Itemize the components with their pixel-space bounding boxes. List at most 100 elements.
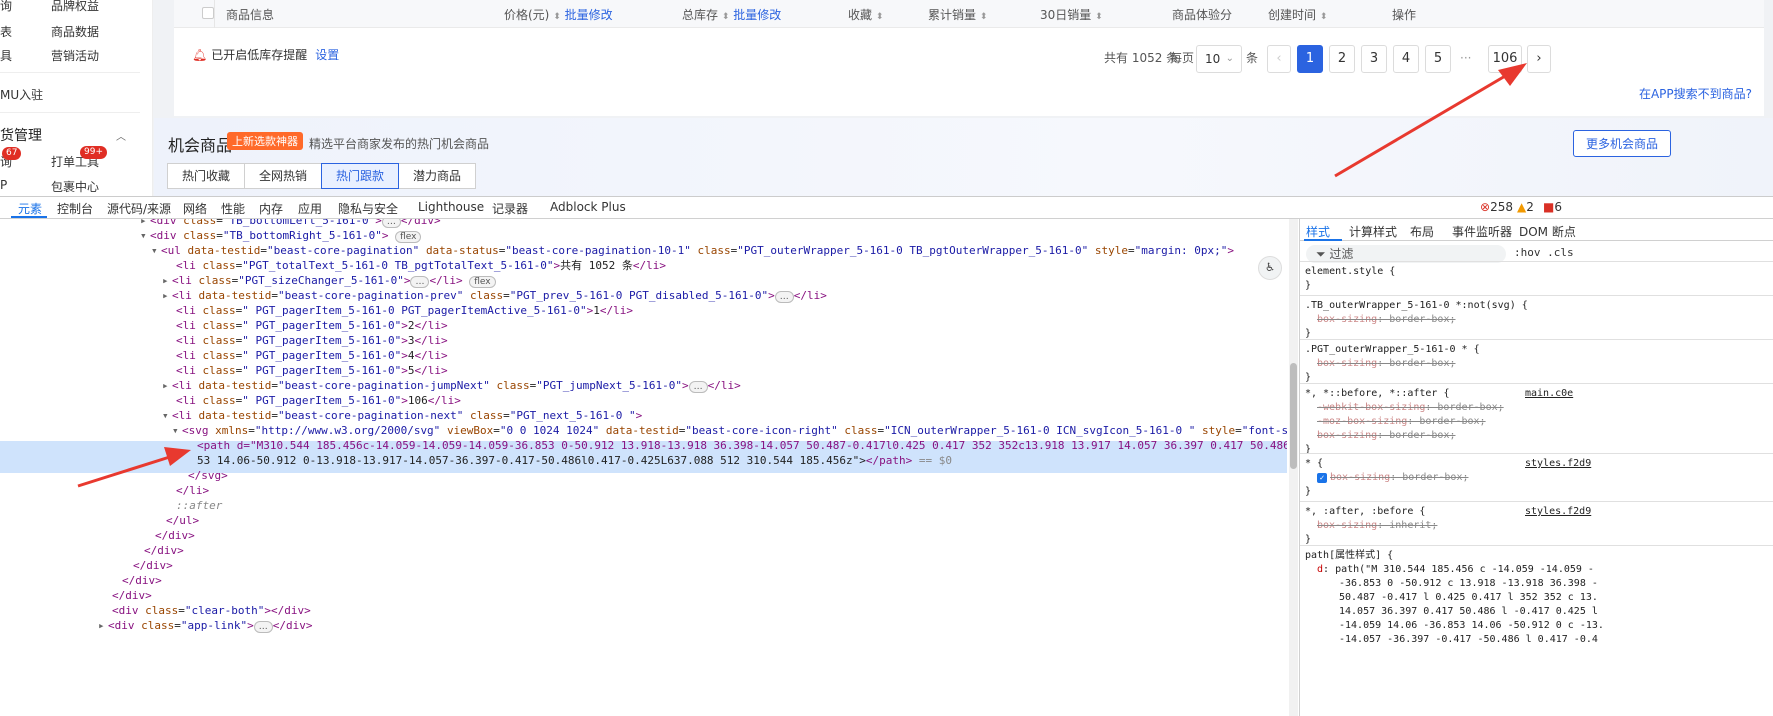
dom-node[interactable]: <li class=" PGT_pagerItem_5-161-0">2</li… (166, 318, 448, 333)
tab-application[interactable]: 应用 (298, 200, 322, 217)
tab-layout[interactable]: 布局 (1410, 223, 1434, 240)
tab-hot-follow[interactable]: 热门跟款 (321, 163, 400, 189)
price-batch-edit-link[interactable]: 批量修改 (565, 8, 613, 22)
css-rule[interactable]: .PGT_outerWrapper_5-161-0 * {box-sizing:… (1305, 343, 1480, 385)
error-count[interactable]: ⊗258 (1480, 200, 1513, 214)
dom-node[interactable]: </li> (166, 483, 209, 498)
sidebar-item-marketing[interactable]: 营销活动 (51, 47, 99, 64)
tab-hot-selling[interactable]: 全网热销 (244, 163, 323, 189)
dom-node[interactable]: <li class=" PGT_pagerItem_5-161-0">106</… (166, 393, 461, 408)
sort-icon[interactable]: ⬍ (1320, 12, 1328, 22)
warning-count[interactable]: ▲2 (1517, 200, 1534, 214)
col-cumulative-sales[interactable]: 累计销量 ⬍ (928, 6, 987, 23)
sort-icon[interactable]: ⬍ (722, 12, 730, 22)
tab-sources[interactable]: 源代码/来源 (107, 200, 171, 217)
hov-cls-toggle[interactable]: :hov .cls (1514, 246, 1574, 259)
chevron-up-icon[interactable]: ︿ (116, 128, 126, 143)
css-rule[interactable]: element.style {} (1305, 265, 1395, 293)
css-rule[interactable]: * {styles.f2d9 ✓ box-sizing: border-box;} (1305, 457, 1591, 499)
dom-node[interactable]: <div class="clear-both"></div> (102, 603, 311, 618)
pagination-page-3[interactable]: 3 (1361, 45, 1387, 73)
stock-batch-edit-link[interactable]: 批量修改 (733, 8, 781, 22)
tab-elements[interactable]: 元素 (18, 200, 42, 217)
tab-hot-favorites[interactable]: 热门收藏 (167, 163, 246, 189)
dom-node[interactable]: ▸ <li class="PGT_sizeChanger_5-161-0">… </… (162, 273, 496, 288)
tab-computed[interactable]: 计算样式 (1349, 223, 1397, 240)
sort-icon[interactable]: ⬍ (1095, 12, 1103, 22)
dom-node[interactable]: ▾ <svg xmlns="http://www.w3.org/2000/svg"… (172, 423, 1287, 438)
tab-privacy-security[interactable]: 隐私与安全 (338, 200, 398, 217)
dom-node[interactable]: </svg> (178, 468, 228, 483)
dom-node-selected-path[interactable]: 53 14.06-50.912 0-13.918-13.917-14.057-3… (187, 453, 952, 468)
dom-node[interactable]: </div> (123, 558, 173, 573)
low-stock-settings-link[interactable]: 设置 (315, 48, 339, 62)
elements-tree[interactable]: ▸ <div class="TB_bottomLeft_5-161-0">… </d… (0, 219, 1287, 716)
col-stock[interactable]: 总库存 ⬍ 批量修改 (682, 6, 781, 23)
dom-node-selected-path[interactable]: <path d="M310.544 185.456c-14.059-14.059… (187, 438, 1287, 453)
app-search-link[interactable]: 在APP搜索不到商品? (1639, 85, 1752, 102)
sidebar-item-mu-entry[interactable]: MU入驻 (0, 86, 43, 103)
pagination-page-5[interactable]: 5 (1425, 45, 1451, 73)
dom-node[interactable]: <li class=" PGT_pagerItem_5-161-0">5</li… (166, 363, 448, 378)
tab-network[interactable]: 网络 (183, 200, 207, 217)
dom-node[interactable]: ▸ <div class="app-link">… </div> (98, 618, 312, 633)
sidebar-item[interactable]: 具 (0, 47, 12, 64)
tab-potential[interactable]: 潜力商品 (398, 163, 477, 189)
sidebar-item[interactable]: P (0, 178, 7, 192)
col-price[interactable]: 价格(元) ⬍ 批量修改 (504, 6, 613, 23)
dom-node[interactable]: </div> (112, 573, 162, 588)
sidebar-item[interactable]: 表 (0, 23, 12, 40)
pagination-page-2[interactable]: 2 (1329, 45, 1355, 73)
page-size-select[interactable]: 10 ⌄ (1196, 45, 1242, 73)
tab-adblock-plus[interactable]: Adblock Plus (550, 200, 626, 214)
sort-icon[interactable]: ⬍ (553, 12, 561, 22)
sidebar-item-package-center[interactable]: 包裹中心 (51, 178, 99, 195)
elements-scrollbar[interactable] (1289, 219, 1298, 716)
dom-node[interactable]: </div> (134, 543, 184, 558)
more-opportunity-button[interactable]: 更多机会商品 (1572, 130, 1671, 157)
dom-node[interactable]: <li class=" PGT_pagerItem_5-161-0">4</li… (166, 348, 448, 363)
issue-count[interactable]: ■6 (1543, 200, 1562, 214)
dom-node[interactable]: ▸ <div class="TB_bottomLeft_5-161-0">… </d… (140, 219, 441, 228)
sidebar-group-shipping[interactable]: 货管理 (0, 125, 42, 145)
dom-node[interactable]: </div> (102, 588, 152, 603)
select-all-checkbox[interactable] (202, 7, 214, 19)
pagination-page-4[interactable]: 4 (1393, 45, 1419, 73)
dom-node[interactable]: </div> (145, 528, 195, 543)
tab-memory[interactable]: 内存 (259, 200, 283, 217)
dom-node[interactable]: ▸ <li data-testid="beast-core-pagination-… (162, 288, 827, 303)
accessibility-icon[interactable]: ♿︎ (1258, 256, 1282, 280)
col-30d-sales[interactable]: 30日销量 ⬍ (1040, 6, 1103, 23)
dom-node[interactable]: <li class=" PGT_pagerItem_5-161-0">3</li… (166, 333, 448, 348)
tab-recorder[interactable]: 记录器 (492, 200, 528, 217)
dom-node[interactable]: ▾ <li data-testid="beast-core-pagination-… (162, 408, 642, 423)
tab-performance[interactable]: 性能 (221, 200, 245, 217)
dom-node[interactable]: ▾ <ul data-testid="beast-core-pagination"… (151, 243, 1234, 258)
dom-node[interactable]: <li class="PGT_totalText_5-161-0 TB_pgtT… (166, 258, 666, 273)
tab-dom-breakpoints[interactable]: DOM 断点 (1519, 223, 1576, 240)
dom-node[interactable]: ▸ <li data-testid="beast-core-pagination-… (162, 378, 741, 393)
col-created-time[interactable]: 创建时间 ⬍ (1268, 6, 1327, 23)
pagination-page-last[interactable]: 106 (1488, 45, 1522, 73)
tab-lighthouse[interactable]: Lighthouse (418, 200, 484, 214)
sort-icon[interactable]: ⬍ (980, 12, 988, 22)
sidebar-item-product-data[interactable]: 商品数据 (51, 23, 99, 40)
pagination-prev-button[interactable]: ‹ (1267, 45, 1291, 73)
css-rule[interactable]: *, :after, :before {styles.f2d9 box-sizin… (1305, 505, 1591, 547)
tab-event-listeners[interactable]: 事件监听器 (1452, 223, 1512, 240)
pagination-jump-next[interactable]: ··· (1460, 45, 1471, 73)
col-favorites[interactable]: 收藏 ⬍ (848, 6, 883, 23)
tab-console[interactable]: 控制台 (57, 200, 93, 217)
css-rule[interactable]: .TB_outerWrapper_5-161-0 *:not(svg) {box… (1305, 299, 1528, 341)
scrollbar-thumb[interactable] (1290, 363, 1297, 469)
pagination-next-button[interactable]: › (1527, 45, 1551, 73)
tab-styles[interactable]: 样式 (1306, 223, 1330, 240)
dom-node[interactable]: </ul> (156, 513, 199, 528)
dom-node[interactable]: ::after (166, 498, 222, 513)
pagination-page-1[interactable]: 1 (1297, 45, 1323, 73)
sidebar-item-brand-rights[interactable]: 品牌权益 (51, 0, 99, 14)
dom-node[interactable]: <li class=" PGT_pagerItem_5-161-0 PGT_pa… (166, 303, 633, 318)
sidebar-item[interactable]: 询 (0, 0, 12, 14)
css-rule[interactable]: path[属性样式] {d: path("M 310.544 185.456 c… (1305, 549, 1604, 647)
css-rule[interactable]: *, *::before, *::after {main.c0e -webkit-… (1305, 387, 1573, 457)
